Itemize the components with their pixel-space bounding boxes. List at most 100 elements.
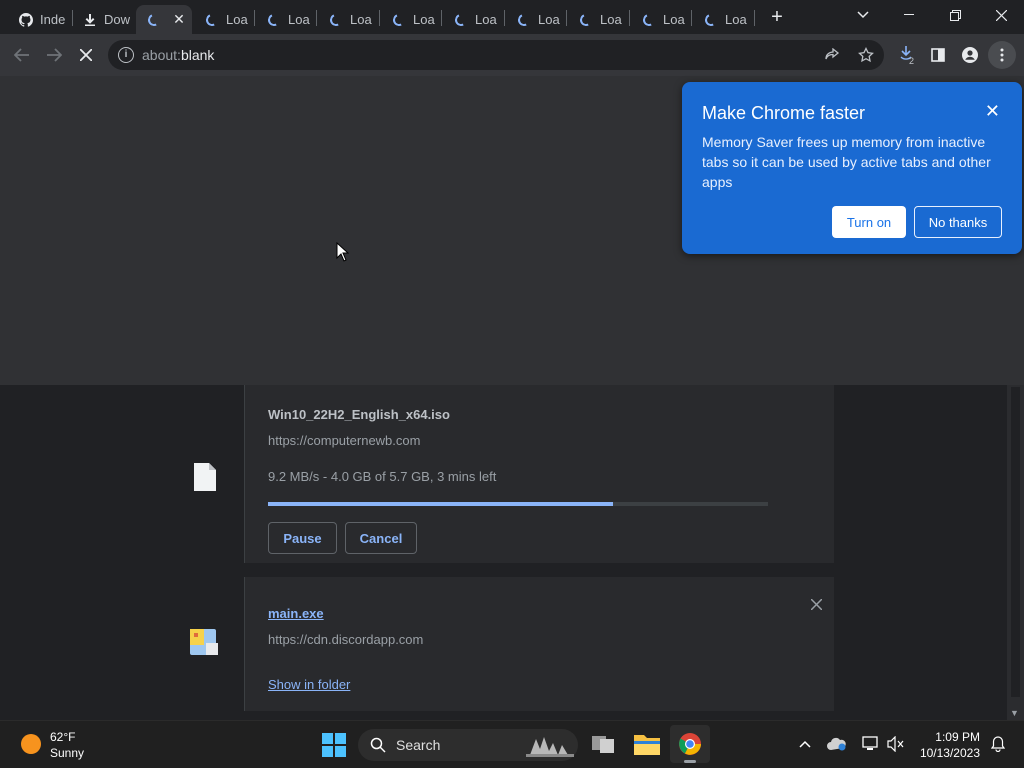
tab-strip: Inde Dow ✕ Loa Loa Loa Loa Loa Loa Loa L… [0, 0, 1024, 34]
file-icon [194, 463, 216, 496]
tab-item[interactable]: Loa [381, 5, 439, 34]
promo-title: Make Chrome faster [702, 103, 866, 123]
windows-taskbar: 62°F Sunny Search 1:09 PM 10/13/2023 [0, 720, 1024, 768]
clock-time: 1:09 PM [935, 730, 980, 744]
loading-spinner-icon [578, 11, 594, 28]
taskbar-clock[interactable]: 1:09 PM 10/13/2023 [920, 729, 980, 761]
download-icon [82, 12, 98, 28]
download-status: 9.2 MB/s - 4.0 GB of 5.7 GB, 3 mins left [268, 469, 497, 484]
loading-spinner-icon [328, 11, 344, 28]
tab-title: Loa [725, 12, 747, 27]
new-tab-icon[interactable]: + [762, 2, 792, 32]
volume-muted-icon[interactable] [886, 733, 906, 755]
bookmark-star-icon[interactable] [852, 41, 880, 69]
minimize-icon[interactable] [886, 0, 932, 30]
tab-item[interactable]: Loa [631, 5, 689, 34]
tab-item[interactable]: Inde [8, 5, 70, 34]
notifications-bell-icon[interactable] [988, 733, 1008, 755]
tab-separator [504, 10, 505, 26]
weather-sun-icon[interactable] [20, 733, 42, 755]
tab-title: Loa [413, 12, 435, 27]
address-bar[interactable]: i about:blank [108, 40, 884, 70]
memory-saver-promo-bubble: Make Chrome faster ✕ Memory Saver frees … [682, 82, 1022, 254]
loading-spinner-icon [146, 11, 162, 28]
running-indicator [684, 760, 696, 763]
promo-body: Memory Saver frees up memory from inacti… [702, 134, 991, 190]
share-icon[interactable] [818, 41, 846, 69]
tab-separator [254, 10, 255, 26]
show-in-folder-link[interactable]: Show in folder [268, 677, 350, 692]
cancel-button[interactable]: Cancel [345, 522, 417, 554]
tab-separator [566, 10, 567, 26]
loading-spinner-icon [453, 11, 469, 28]
tab-separator [754, 10, 755, 26]
tab-item[interactable]: Loa [506, 5, 564, 34]
tab-search-chevron-icon[interactable] [840, 0, 886, 30]
search-icon [370, 737, 386, 758]
download-item: Win10_22H2_English_x64.iso https://compu… [166, 385, 834, 563]
address-url[interactable]: about:blank [142, 47, 214, 63]
downloads-list: Win10_22H2_English_x64.iso https://compu… [0, 385, 1007, 720]
network-icon[interactable] [860, 733, 880, 755]
scroll-down-icon[interactable]: ▼ [1010, 708, 1019, 718]
turn-on-button[interactable]: Turn on [832, 206, 906, 238]
tab-item[interactable]: Loa [693, 5, 751, 34]
site-info-icon[interactable]: i [118, 47, 134, 63]
loading-spinner-icon [641, 11, 657, 28]
exe-file-icon [188, 625, 220, 662]
tab-item[interactable]: Loa [568, 5, 626, 34]
back-icon[interactable] [8, 41, 36, 69]
tab-title: Loa [350, 12, 372, 27]
side-panel-icon[interactable] [924, 41, 952, 69]
chrome-menu-icon[interactable] [988, 41, 1016, 69]
tab-item[interactable]: Loa [443, 5, 501, 34]
chrome-taskbar-icon[interactable] [670, 725, 710, 763]
search-highlight-icon [526, 733, 574, 762]
windows-start-icon[interactable] [322, 733, 346, 757]
onedrive-icon[interactable] [826, 733, 848, 755]
file-explorer-icon[interactable] [633, 731, 661, 757]
tab-item[interactable]: Loa [194, 5, 252, 34]
show-hidden-icons-icon[interactable] [796, 735, 814, 753]
github-icon [18, 12, 34, 28]
tab-separator [316, 10, 317, 26]
tab-active[interactable]: ✕ [136, 5, 192, 34]
scrollbar-thumb[interactable] [1011, 387, 1020, 697]
weather-widget[interactable]: 62°F Sunny [50, 729, 84, 761]
close-window-icon[interactable] [978, 0, 1024, 30]
tab-item[interactable]: Loa [256, 5, 314, 34]
taskbar-search-box[interactable]: Search [358, 729, 578, 761]
remove-download-icon[interactable] [810, 597, 823, 615]
tab-item[interactable]: Dow [72, 5, 134, 34]
page-scrollbar[interactable]: ▼ [1007, 385, 1024, 720]
tab-item[interactable]: Loa [318, 5, 376, 34]
forward-icon[interactable] [40, 41, 68, 69]
loading-spinner-icon [516, 11, 532, 28]
pause-button[interactable]: Pause [268, 522, 337, 554]
stop-loading-icon[interactable] [72, 41, 100, 69]
divider [244, 385, 245, 563]
profile-avatar-icon[interactable] [956, 41, 984, 69]
weather-label: Sunny [50, 746, 85, 760]
tab-separator [691, 10, 692, 26]
download-filename-link[interactable]: main.exe [268, 606, 324, 621]
download-progress-bar [268, 502, 768, 506]
download-item: main.exe https://cdn.discordapp.com Show… [166, 577, 834, 711]
tab-title: Dow [104, 12, 131, 27]
mouse-cursor-icon [336, 241, 350, 267]
clock-date: 10/13/2023 [919, 746, 980, 760]
close-icon[interactable]: ✕ [985, 101, 1000, 122]
search-label: Search [396, 737, 441, 753]
restore-icon[interactable] [932, 0, 978, 30]
downloads-icon[interactable]: 2 [894, 41, 922, 69]
no-thanks-button[interactable]: No thanks [914, 206, 1002, 238]
task-view-icon[interactable] [590, 731, 616, 757]
tab-separator [379, 10, 380, 26]
close-tab-icon[interactable]: ✕ [172, 12, 186, 26]
downloads-count-badge: 2 [909, 56, 915, 66]
download-progress-fill [268, 502, 613, 506]
tab-title: Loa [600, 12, 622, 27]
download-filename: Win10_22H2_English_x64.iso [268, 407, 450, 422]
loading-spinner-icon [391, 11, 407, 28]
tab-title: Loa [538, 12, 560, 27]
